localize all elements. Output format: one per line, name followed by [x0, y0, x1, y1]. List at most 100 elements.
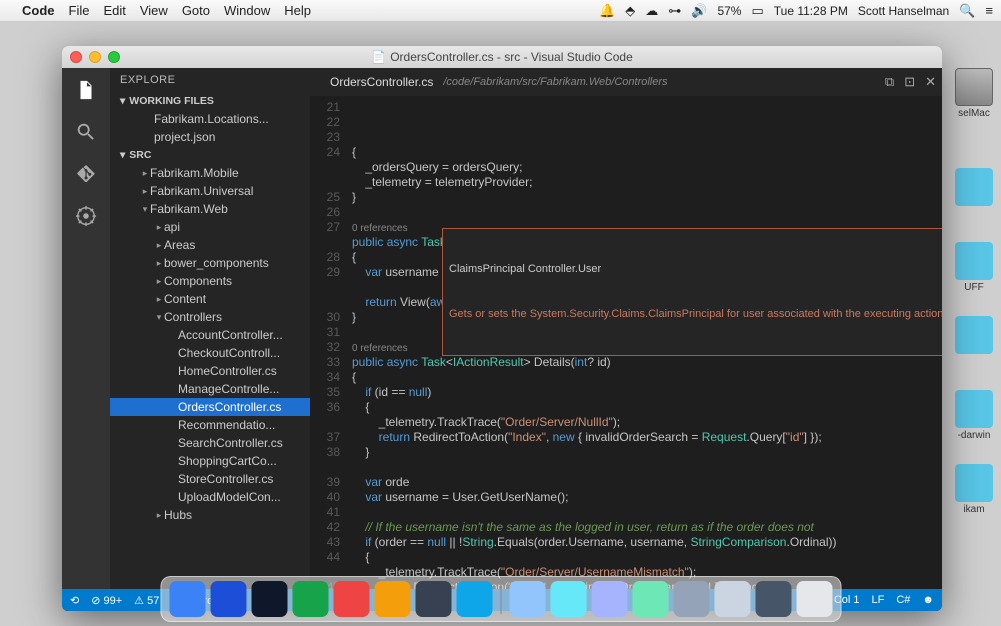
- tree-item[interactable]: ▸Content: [110, 290, 310, 308]
- code-line[interactable]: return RedirectToAction("Index", new { i…: [352, 430, 942, 445]
- battery-level[interactable]: 57%: [717, 4, 741, 18]
- tree-item[interactable]: OrdersController.cs: [110, 398, 310, 416]
- status-language-mode[interactable]: C#: [896, 594, 910, 606]
- window-close-button[interactable]: [70, 51, 82, 63]
- code-line[interactable]: [352, 460, 942, 475]
- tree-item[interactable]: ▸api: [110, 218, 310, 236]
- tree-item[interactable]: UploadModelCon...: [110, 488, 310, 506]
- battery-icon[interactable]: ▭: [751, 3, 763, 19]
- dock-app[interactable]: [251, 581, 287, 617]
- code-content[interactable]: { _ordersQuery = ordersQuery; _telemetry…: [348, 96, 942, 589]
- dropbox-icon[interactable]: ⬘: [625, 3, 635, 19]
- code-line[interactable]: _telemetry.TrackTrace("Order/Server/Null…: [352, 415, 942, 430]
- status-sync-icon[interactable]: ⟲: [70, 594, 79, 607]
- tree-item[interactable]: ▸Components: [110, 272, 310, 290]
- spotlight-icon[interactable]: 🔍: [959, 3, 975, 19]
- close-tab-icon[interactable]: ✕: [925, 74, 936, 90]
- tree-item[interactable]: HomeController.cs: [110, 362, 310, 380]
- notifications-icon[interactable]: 🔔: [599, 3, 615, 19]
- code-line[interactable]: {: [352, 370, 942, 385]
- menu-window[interactable]: Window: [224, 3, 270, 18]
- desktop-folder[interactable]: [953, 168, 995, 208]
- tree-item[interactable]: ▸Hubs: [110, 506, 310, 524]
- code-line[interactable]: {: [352, 550, 942, 565]
- window-minimize-button[interactable]: [89, 51, 101, 63]
- status-errors[interactable]: ⊘ 99+: [91, 594, 122, 607]
- dock-app[interactable]: [550, 581, 586, 617]
- code-line[interactable]: {: [352, 400, 942, 415]
- dock-app[interactable]: [169, 581, 205, 617]
- dock-app[interactable]: [755, 581, 791, 617]
- tree-item[interactable]: ▸Areas: [110, 236, 310, 254]
- status-smiley-icon[interactable]: ☻: [922, 594, 934, 606]
- editor-tab[interactable]: OrdersController.cs: [318, 68, 437, 96]
- dock-app[interactable]: [415, 581, 451, 617]
- sync-icon[interactable]: ☁: [645, 3, 658, 19]
- wifi-icon[interactable]: ⊶: [668, 3, 681, 19]
- dock-app[interactable]: [591, 581, 627, 617]
- working-files-header[interactable]: ▾WORKING FILES: [110, 92, 310, 110]
- more-icon[interactable]: ⊡: [904, 74, 915, 90]
- tree-item[interactable]: ▸Fabrikam.Mobile: [110, 164, 310, 182]
- tree-item[interactable]: AccountController...: [110, 326, 310, 344]
- desktop-folder[interactable]: ikam: [953, 464, 995, 515]
- status-eol[interactable]: LF: [872, 594, 885, 606]
- code-editor[interactable]: 2122232425262728293031323334353637383940…: [310, 96, 942, 589]
- desktop-folder[interactable]: [953, 316, 995, 356]
- menubar-app-name[interactable]: Code: [22, 3, 55, 18]
- menu-file[interactable]: File: [69, 3, 90, 18]
- menu-help[interactable]: Help: [284, 3, 311, 18]
- tree-item[interactable]: ▾Controllers: [110, 308, 310, 326]
- dock-app[interactable]: [632, 581, 668, 617]
- working-file-item[interactable]: Fabrikam.Locations...: [110, 110, 310, 128]
- code-line[interactable]: var username = User.GetUserName();: [352, 490, 942, 505]
- activity-search-icon[interactable]: [74, 120, 98, 144]
- dock-app[interactable]: [292, 581, 328, 617]
- dock-app[interactable]: [509, 581, 545, 617]
- menu-goto[interactable]: Goto: [182, 3, 210, 18]
- desktop-disk-icon[interactable]: selMac: [953, 68, 995, 119]
- split-editor-icon[interactable]: ⧉: [885, 74, 894, 90]
- dock-app[interactable]: [333, 581, 369, 617]
- activity-git-icon[interactable]: [74, 162, 98, 186]
- tree-item[interactable]: Recommendatio...: [110, 416, 310, 434]
- tree-item[interactable]: StoreController.cs: [110, 470, 310, 488]
- tree-item[interactable]: ▸bower_components: [110, 254, 310, 272]
- menu-edit[interactable]: Edit: [103, 3, 125, 18]
- desktop-folder[interactable]: UFF: [953, 242, 995, 293]
- tree-item[interactable]: ▸Fabrikam.Universal: [110, 182, 310, 200]
- code-line[interactable]: [352, 505, 942, 520]
- status-warnings[interactable]: ⚠ 57: [134, 594, 159, 607]
- desktop-folder[interactable]: -darwin: [953, 390, 995, 441]
- dock-app[interactable]: [374, 581, 410, 617]
- code-line[interactable]: if (id == null): [352, 385, 942, 400]
- volume-icon[interactable]: 🔊: [691, 3, 707, 19]
- code-line[interactable]: {: [352, 145, 942, 160]
- tree-item[interactable]: CheckoutControll...: [110, 344, 310, 362]
- dock-app[interactable]: [796, 581, 832, 617]
- window-maximize-button[interactable]: [108, 51, 120, 63]
- code-line[interactable]: _ordersQuery = ordersQuery;: [352, 160, 942, 175]
- tree-item[interactable]: SearchController.cs: [110, 434, 310, 452]
- src-header[interactable]: ▾SRC: [110, 146, 310, 164]
- code-line[interactable]: var orde: [352, 475, 942, 490]
- code-line[interactable]: [352, 205, 942, 220]
- code-line[interactable]: }: [352, 445, 942, 460]
- window-titlebar[interactable]: 📄OrdersController.cs - src - Visual Stud…: [62, 46, 942, 68]
- dock-app[interactable]: [456, 581, 492, 617]
- code-line[interactable]: _telemetry = telemetryProvider;: [352, 175, 942, 190]
- menu-view[interactable]: View: [140, 3, 168, 18]
- user-name[interactable]: Scott Hanselman: [858, 4, 949, 18]
- dock-app[interactable]: [673, 581, 709, 617]
- code-line[interactable]: if (order == null || !String.Equals(orde…: [352, 535, 942, 550]
- dock-app[interactable]: [714, 581, 750, 617]
- code-line[interactable]: public async Task<IActionResult> Details…: [352, 355, 942, 370]
- activity-debug-icon[interactable]: [74, 204, 98, 228]
- working-file-item[interactable]: project.json: [110, 128, 310, 146]
- clock[interactable]: Tue 11:28 PM: [774, 4, 848, 18]
- code-line[interactable]: // If the username isn't the same as the…: [352, 520, 942, 535]
- menu-extras-icon[interactable]: ≡: [985, 3, 993, 18]
- tree-item[interactable]: ManageControlle...: [110, 380, 310, 398]
- tree-item[interactable]: ShoppingCartCo...: [110, 452, 310, 470]
- code-line[interactable]: }: [352, 190, 942, 205]
